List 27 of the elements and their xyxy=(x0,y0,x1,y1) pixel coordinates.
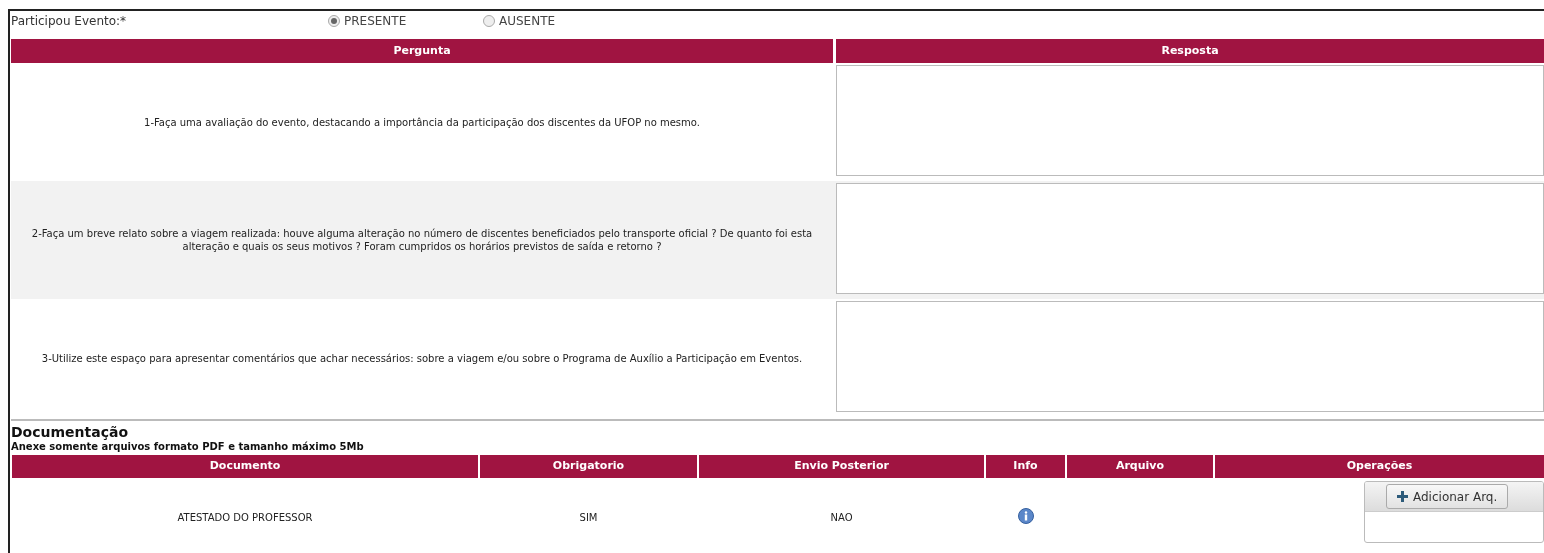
radio-button[interactable] xyxy=(483,15,495,27)
radio-option[interactable]: AUSENTE xyxy=(483,12,638,30)
column-header: Pergunta xyxy=(11,39,833,63)
question-text: 1-Faça uma avaliação do evento, destacando a importância da participação dos discentes da UFOP no mesmo. xyxy=(144,115,700,129)
section-title: Documentação xyxy=(11,424,130,440)
answer-box[interactable] xyxy=(836,183,1544,294)
table-cell-text: NAO xyxy=(830,510,853,525)
answer-box[interactable] xyxy=(836,65,1544,176)
field-label: Participou Evento:* xyxy=(11,13,128,30)
add-file-button[interactable]: Adicionar Arq. xyxy=(1386,484,1509,509)
column-header: Envio Posterior xyxy=(699,455,984,478)
column-header: Obrigatorio xyxy=(480,455,697,478)
table-cell-text: ATESTADO DO PROFESSOR xyxy=(177,510,313,525)
column-header: Documento xyxy=(12,455,478,478)
answer-box[interactable] xyxy=(836,301,1544,412)
column-header: Resposta xyxy=(836,39,1544,63)
info-icon[interactable] xyxy=(1017,508,1034,524)
column-header: Operações xyxy=(1215,455,1544,478)
question-text: 3-Utilize este espaço para apresentar comentários que achar necessários: sobre a viagem e/ou sobre o Programa de Auxílio a Participação em Eventos. xyxy=(41,351,803,365)
column-header: Arquivo xyxy=(1067,455,1213,478)
radio-option[interactable]: PRESENTE xyxy=(328,12,483,30)
plus-icon xyxy=(1397,491,1408,502)
table-cell-text: SIM xyxy=(579,510,598,525)
column-header: Info xyxy=(986,455,1065,478)
question-text: 2-Faça um breve relato sobre a viagem realizada: houve alguma alteração no número de discentes beneficiados pelo transporte oficial ? De quanto foi esta alteração e quais os seus motivos ? Foram cumpridos os horários previstos de saída e retorno ? xyxy=(30,227,814,253)
radio-button[interactable] xyxy=(328,15,340,27)
section-note: Anexe somente arquivos formato PDF e tamanho máximo 5Mb xyxy=(11,440,365,453)
